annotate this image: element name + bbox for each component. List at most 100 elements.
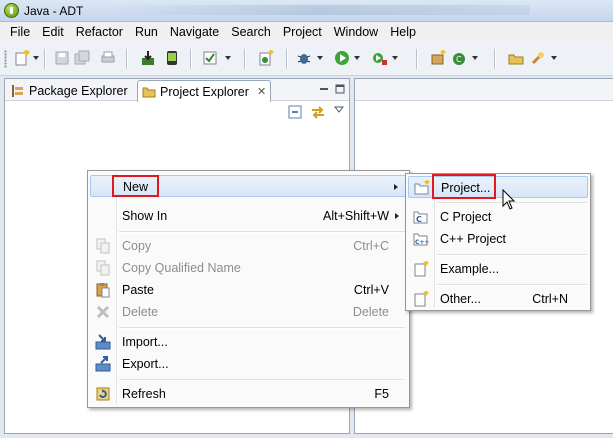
new-dropdown-icon[interactable] [33, 56, 39, 60]
blurred-title-region [110, 5, 530, 15]
new-example-icon [414, 261, 429, 277]
menu-item-show-in[interactable]: Show In Alt+Shift+W [90, 205, 407, 227]
external-tools-icon[interactable] [372, 50, 388, 66]
menu-item-label: Export... [122, 357, 169, 371]
menu-item-paste[interactable]: Paste Ctrl+V [90, 279, 407, 301]
submenu-item-other[interactable]: Other... Ctrl+N [408, 288, 588, 310]
new-wizard-icon [414, 291, 429, 307]
menu-file[interactable]: File [4, 25, 36, 39]
maximize-icon[interactable] [335, 84, 345, 94]
main-toolbar: C [0, 42, 613, 76]
new-submenu: Project... C C Project C++ C++ Project E… [405, 173, 591, 311]
menu-item-label: Delete [122, 305, 159, 319]
menu-item-copy-qualified-name[interactable]: Copy Qualified Name [90, 257, 407, 279]
android-avd-manager-icon[interactable] [164, 50, 180, 66]
toolbar-separator [416, 49, 417, 69]
menu-item-label: C Project [440, 210, 492, 224]
new-class-icon[interactable]: C [452, 50, 468, 66]
menu-item-import[interactable]: Import... [90, 331, 407, 353]
save-all-icon[interactable] [74, 50, 90, 66]
export-icon [95, 356, 111, 372]
menu-refactor[interactable]: Refactor [70, 25, 129, 39]
minimize-icon[interactable] [319, 84, 329, 94]
cpp-project-icon: C++ [413, 233, 429, 246]
submenu-item-cpp-project[interactable]: C++ C++ Project [408, 228, 588, 250]
view-toolbar [5, 101, 349, 121]
tab-label: Project Explorer [160, 84, 249, 99]
menu-separator [437, 254, 587, 255]
view-tab-strip: Package Explorer Project Explorer ✕ [5, 79, 349, 102]
save-icon[interactable] [54, 50, 70, 66]
menu-help[interactable]: Help [384, 25, 422, 39]
open-type-icon[interactable] [508, 50, 524, 66]
external-tools-dropdown-icon[interactable] [392, 56, 398, 60]
menu-item-label: Example... [440, 262, 500, 276]
context-menu: New Show In Alt+Shift+W Copy Ctrl+C Copy… [87, 170, 410, 408]
menu-project[interactable]: Project [277, 25, 328, 39]
menu-separator [119, 231, 405, 232]
menu-item-accelerator: Ctrl+C [353, 239, 389, 253]
tab-package-explorer[interactable]: Package Explorer [7, 80, 132, 101]
toolbar-separator [286, 49, 287, 69]
debug-dropdown-icon[interactable] [317, 56, 323, 60]
copy-icon [96, 260, 110, 276]
menu-separator [119, 327, 405, 328]
tab-project-explorer[interactable]: Project Explorer ✕ [137, 80, 272, 102]
menu-navigate[interactable]: Navigate [164, 25, 225, 39]
menu-item-label: Import... [122, 335, 168, 349]
debug-icon[interactable] [296, 50, 312, 66]
menu-item-delete[interactable]: Delete Delete [90, 301, 407, 323]
run-dropdown-icon[interactable] [354, 56, 360, 60]
new-java-class-icon[interactable] [258, 50, 274, 66]
menu-item-label: Copy [122, 239, 152, 253]
menu-run[interactable]: Run [129, 25, 164, 39]
menu-item-refresh[interactable]: Refresh F5 [90, 383, 407, 405]
refresh-icon [96, 387, 110, 401]
menu-search[interactable]: Search [225, 25, 277, 39]
menu-separator [119, 379, 405, 380]
menu-item-export[interactable]: Export... [90, 353, 407, 375]
android-sdk-manager-icon[interactable] [140, 50, 156, 66]
search-flashlight-icon[interactable] [530, 50, 546, 66]
menu-item-label: Copy Qualified Name [122, 261, 241, 275]
collapse-all-icon[interactable] [288, 105, 302, 119]
new-icon[interactable] [14, 50, 30, 66]
toolbar-separator [126, 49, 127, 69]
toolbar-grip[interactable] [4, 50, 7, 68]
import-icon [95, 334, 111, 350]
menu-item-label: Paste [122, 283, 154, 297]
checklist-dropdown-icon[interactable] [225, 56, 231, 60]
print-icon[interactable] [100, 50, 116, 66]
package-explorer-icon [12, 84, 23, 97]
menu-window[interactable]: Window [328, 25, 384, 39]
new-highlight-box [112, 175, 159, 197]
new-class-dropdown-icon[interactable] [472, 56, 478, 60]
view-menu-icon[interactable] [334, 106, 344, 114]
submenu-item-example[interactable]: Example... [408, 258, 588, 280]
menu-edit[interactable]: Edit [36, 25, 70, 39]
link-with-editor-icon[interactable] [310, 104, 326, 120]
svg-text:C: C [416, 215, 422, 224]
menu-item-accelerator: Ctrl+N [532, 292, 568, 306]
menu-item-label: C++ Project [440, 232, 507, 246]
toolbar-separator [190, 49, 191, 69]
copy-icon [96, 238, 110, 254]
toolbar-separator [244, 49, 245, 69]
menu-separator [437, 284, 587, 285]
submenu-arrow-icon [395, 213, 399, 219]
close-icon[interactable]: ✕ [257, 85, 266, 98]
menu-item-accelerator: F5 [374, 387, 389, 401]
menu-item-copy[interactable]: Copy Ctrl+C [90, 235, 407, 257]
project-explorer-icon [142, 87, 156, 97]
project-highlight-box [432, 174, 496, 199]
window-title: Java - ADT [24, 4, 84, 18]
run-icon[interactable] [334, 50, 350, 66]
menu-item-label: Show In [122, 209, 168, 223]
new-package-icon[interactable] [430, 50, 446, 66]
submenu-item-c-project[interactable]: C C Project [408, 206, 588, 228]
checklist-icon[interactable] [202, 50, 218, 66]
menu-bar: File Edit Refactor Run Navigate Search P… [0, 22, 613, 42]
search-dropdown-icon[interactable] [551, 56, 557, 60]
menu-item-label: Refresh [122, 387, 166, 401]
title-bar: Java - ADT [0, 0, 613, 22]
